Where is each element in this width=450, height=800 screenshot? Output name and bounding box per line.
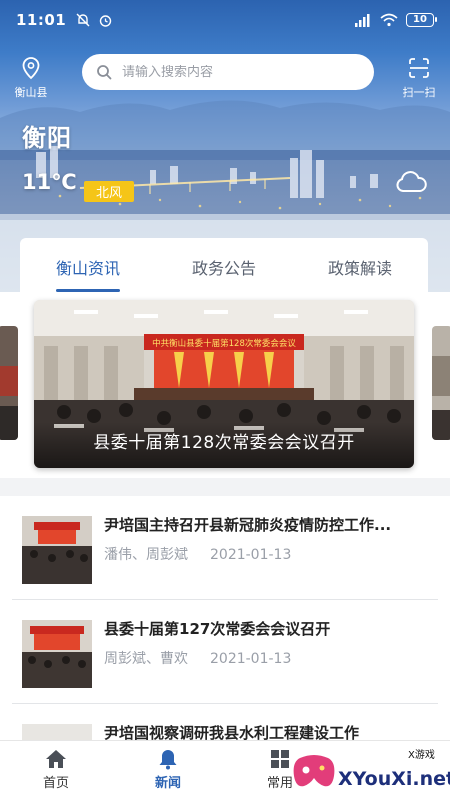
scan-label: 扫一扫 (402, 86, 436, 99)
news-carousel: 中共衡山县委十届第128次常委会会议 县委十届第128次常委会会议召开 (0, 292, 450, 478)
battery-indicator: 10 (406, 13, 437, 27)
nav-home-label: 首页 (42, 776, 69, 791)
tab-hengshan-news[interactable]: 衡山资讯 (20, 238, 156, 292)
category-tabs: 衡山资讯 政务公告 政策解读 (20, 238, 428, 292)
gamepad-logo-icon (293, 755, 335, 787)
news-thumbnail (22, 724, 92, 740)
bell-icon (159, 750, 177, 770)
nav-news-label: 新闻 (154, 776, 181, 791)
temperature: 11℃ (22, 170, 77, 194)
search-input[interactable] (122, 64, 352, 80)
news-title: 尹培国主持召开县新冠肺炎疫情防控工作... (104, 516, 392, 534)
signal-icon (355, 14, 370, 27)
grid-icon (271, 750, 289, 768)
news-item[interactable]: 县委十届第127次常委会会议召开 周彭斌、曹欢 2021-01-13 (12, 600, 438, 704)
location-label: 衡山县 (14, 86, 48, 99)
news-thumbnail (22, 516, 92, 584)
banner-text: 中共衡山县委十届第128次常委会会议 (152, 338, 296, 349)
news-meta: 周彭斌、曹欢 2021-01-13 (104, 648, 291, 668)
location-selector[interactable]: 衡山县 (12, 56, 50, 100)
search-bar[interactable] (82, 54, 374, 90)
watermark-text: XYouXi.net (338, 768, 450, 790)
scan-button[interactable]: 扫一扫 (400, 56, 438, 100)
cloud-icon (396, 171, 427, 192)
wind-badge: 北风 (84, 181, 135, 202)
search-icon (97, 65, 112, 80)
news-date: 2021-01-13 (210, 651, 292, 667)
watermark-small-text: X游戏 (408, 750, 435, 761)
tab-government-notice[interactable]: 政务公告 (156, 238, 292, 292)
carousel-caption: 县委十届第128次常委会会议召开 (34, 422, 414, 468)
city-name: 衡阳 (22, 124, 72, 152)
nav-home[interactable]: 首页 (0, 741, 112, 800)
news-item[interactable]: 尹培国主持召开县新冠肺炎疫情防控工作... 潘伟、周彭斌 2021-01-13 (12, 496, 438, 600)
location-pin-icon (22, 57, 40, 80)
carousel-next-slide[interactable] (432, 326, 450, 440)
status-time: 11:01 (16, 11, 67, 29)
news-thumbnail (22, 620, 92, 688)
news-authors: 潘伟、周彭斌 (104, 547, 188, 563)
news-date: 2021-01-13 (210, 547, 292, 563)
tab-policy-interpretation[interactable]: 政策解读 (292, 238, 428, 292)
alarm-icon (100, 14, 112, 27)
home-icon (46, 750, 66, 768)
news-authors: 周彭斌、曹欢 (104, 651, 188, 667)
wifi-icon (380, 13, 398, 27)
news-title: 县委十届第127次常委会会议召开 (104, 620, 331, 638)
news-title: 尹培国视察调研我县水利工程建设工作 (104, 724, 360, 740)
news-meta: 潘伟、周彭斌 2021-01-13 (104, 544, 291, 564)
watermark-logo: X游戏 XYouXi.net (290, 742, 450, 800)
news-item[interactable]: 尹培国视察调研我县水利工程建设工作 (12, 704, 438, 740)
status-bar: 11:01 10 (0, 0, 450, 40)
nav-news[interactable]: 新闻 (112, 741, 224, 800)
scan-icon (409, 58, 429, 78)
carousel-main-slide[interactable]: 中共衡山县委十届第128次常委会会议 县委十届第128次常委会会议召开 (34, 300, 414, 468)
mute-bell-icon (76, 13, 90, 26)
carousel-prev-slide[interactable] (0, 326, 18, 440)
news-list: 尹培国主持召开县新冠肺炎疫情防控工作... 潘伟、周彭斌 2021-01-13 县… (0, 496, 450, 740)
